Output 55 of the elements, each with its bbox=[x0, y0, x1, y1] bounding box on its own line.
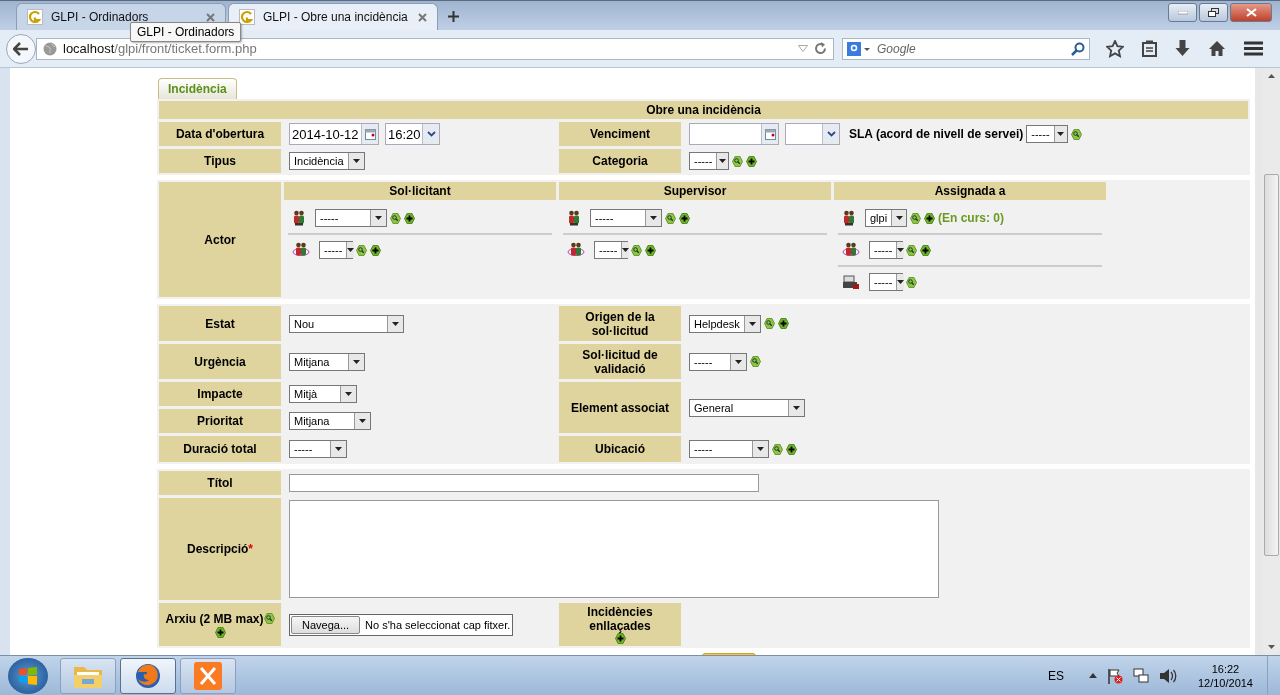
field-label: Estat bbox=[159, 306, 281, 341]
dropdown[interactable]: ----- bbox=[869, 273, 903, 291]
dropdown[interactable]: glpi bbox=[865, 209, 907, 227]
dropdown[interactable]: ----- bbox=[315, 209, 387, 227]
dropdown[interactable]: Mitjà bbox=[289, 385, 357, 403]
field-label: Actor bbox=[159, 182, 281, 297]
form-heading: Obre una incidència bbox=[159, 101, 1248, 119]
field-label: Venciment bbox=[559, 122, 681, 146]
time-field[interactable]: 16:20 bbox=[385, 123, 440, 145]
dropdown[interactable]: ----- bbox=[1026, 125, 1069, 143]
tooltip: GLPI - Ordinadors bbox=[130, 22, 242, 42]
field-label: Arxiu (2 MB max) bbox=[165, 611, 264, 626]
file-field[interactable]: Navega... No s'ha seleccionat cap fitxer. bbox=[289, 613, 514, 636]
column-heading: Assignada a bbox=[834, 182, 1106, 200]
dropdown[interactable]: ----- bbox=[689, 352, 747, 371]
dropdown[interactable]: ----- bbox=[590, 209, 662, 227]
browser-tab[interactable]: GLPI - Obre una incidència bbox=[228, 3, 438, 30]
browse-button[interactable]: Navega... bbox=[291, 615, 361, 634]
field-label: Duració total bbox=[159, 436, 281, 462]
dropdown[interactable]: Nou bbox=[289, 314, 404, 333]
field-label: Ubicació bbox=[559, 436, 681, 462]
field-label: Tipus bbox=[159, 149, 281, 173]
dropdown[interactable]: ----- bbox=[689, 440, 769, 458]
workload-note: (En curs: 0) bbox=[938, 211, 1004, 225]
field-label: Impacte bbox=[159, 382, 281, 406]
address-bar[interactable]: localhost/glpi/front/ticket.form.php bbox=[36, 37, 834, 60]
field-label: Data d'obertura bbox=[159, 122, 281, 146]
field-label: Element associat bbox=[559, 382, 681, 433]
dropdown[interactable]: Mitjana bbox=[289, 412, 371, 430]
url-text: localhost/glpi/front/ticket.form.php bbox=[63, 41, 258, 56]
column-heading: Supervisor bbox=[559, 182, 831, 200]
field-label: SLA (acord de nivell de servei) bbox=[849, 127, 1024, 141]
field-label: Descripció* bbox=[159, 498, 281, 600]
dropdown[interactable]: Incidència bbox=[289, 152, 365, 170]
clock-date[interactable]: 12/10/2014 bbox=[1197, 676, 1253, 689]
dropdown[interactable]: General bbox=[689, 398, 805, 417]
search-bar[interactable]: Google bbox=[842, 37, 1090, 60]
date-field[interactable]: 2014-10-12 bbox=[289, 123, 379, 145]
field-label: Origen de la sol·licitud bbox=[559, 306, 681, 341]
dropdown[interactable]: Mitjana bbox=[289, 352, 365, 371]
column-heading: Sol·licitant bbox=[284, 182, 556, 200]
dropdown[interactable]: ----- bbox=[689, 152, 729, 170]
language-indicator[interactable]: ES bbox=[1047, 668, 1064, 683]
field-label: Categoria bbox=[559, 149, 681, 173]
dropdown[interactable]: ----- bbox=[594, 241, 628, 259]
field-label: Sol·licitud de validació bbox=[559, 344, 681, 379]
clock-time[interactable]: 16:22 bbox=[1211, 662, 1240, 675]
dropdown[interactable]: Helpdesk bbox=[689, 314, 761, 333]
field-label: Prioritat bbox=[159, 409, 281, 433]
dropdown[interactable]: ----- bbox=[869, 241, 903, 259]
dropdown[interactable]: ----- bbox=[289, 440, 347, 458]
field-label: Incidències enllaçades bbox=[586, 605, 654, 633]
dropdown[interactable]: ----- bbox=[319, 241, 353, 259]
field-label: Títol bbox=[159, 471, 281, 495]
field-label: Urgència bbox=[159, 344, 281, 379]
